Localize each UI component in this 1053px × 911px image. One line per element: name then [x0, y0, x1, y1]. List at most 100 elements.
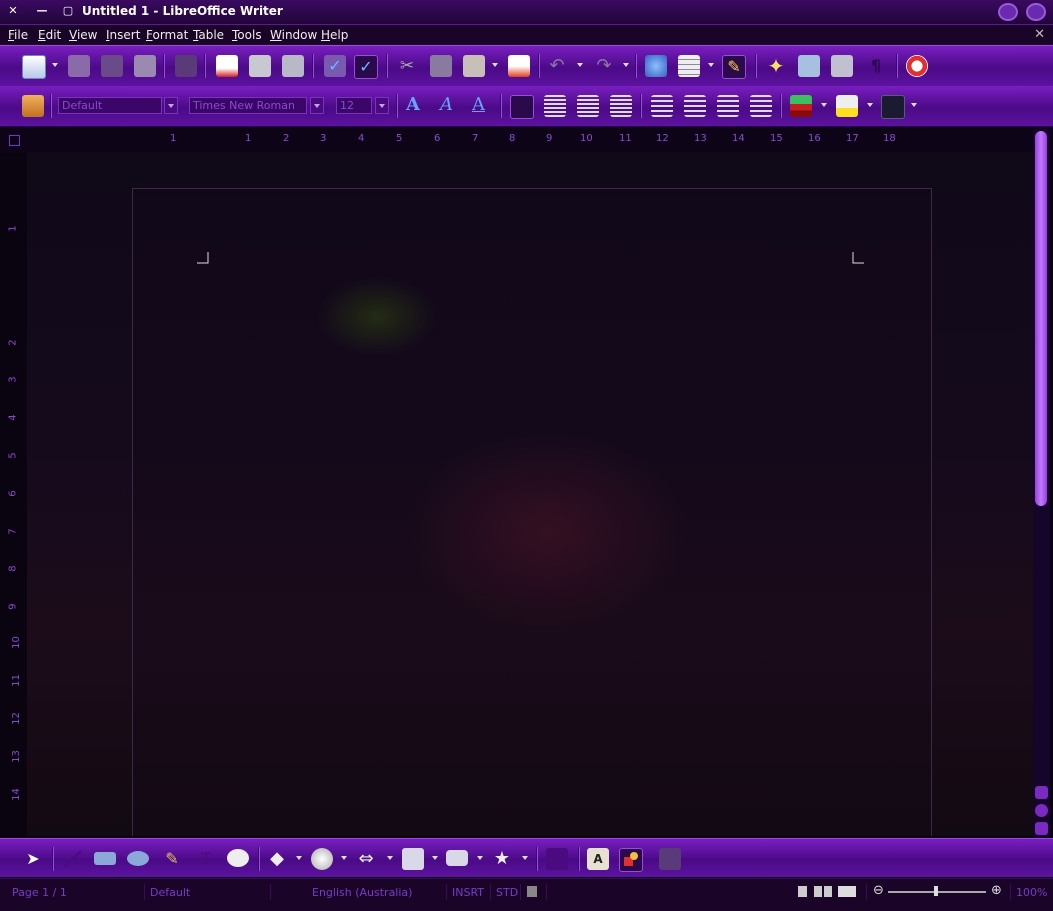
increase-indent-icon[interactable] [750, 95, 772, 117]
font-size-dropdown[interactable] [375, 97, 389, 114]
callout-shapes-dropdown-caret[interactable] [477, 856, 483, 860]
zoom-out-icon[interactable]: ⊖ [873, 883, 884, 898]
highlighting-icon[interactable] [836, 95, 858, 117]
numbering-icon[interactable] [651, 95, 673, 117]
new-document-icon[interactable] [22, 55, 46, 79]
bold-button[interactable]: A [406, 94, 420, 115]
flowcharts-icon[interactable] [402, 848, 424, 870]
menu-file[interactable]: File [8, 28, 28, 42]
menu-help[interactable]: Help [321, 28, 348, 42]
underline-button[interactable]: A [472, 94, 485, 115]
copy-icon[interactable] [430, 55, 452, 77]
select-arrow-icon[interactable]: ➤ [22, 848, 44, 870]
edit-file-icon[interactable] [175, 55, 197, 77]
data-sources-icon[interactable] [831, 55, 853, 77]
spellcheck-icon[interactable]: ✓ [324, 55, 346, 77]
paragraph-style-combo[interactable]: Default [58, 97, 162, 114]
styles-formatting-icon[interactable] [22, 95, 44, 117]
tab-stop-selector[interactable] [9, 135, 20, 146]
paste-dropdown-caret[interactable] [492, 63, 498, 67]
line-icon[interactable] [62, 848, 84, 870]
font-name-combo[interactable]: Times New Roman [189, 97, 307, 114]
decrease-indent-icon[interactable] [717, 95, 739, 117]
fontwork-gallery-icon[interactable]: A [587, 848, 609, 870]
new-dropdown-caret[interactable] [52, 63, 58, 67]
menu-format[interactable]: Format [146, 28, 188, 42]
help-lifebuoy-icon[interactable] [906, 55, 928, 77]
italic-button[interactable]: A [440, 94, 453, 115]
redo-dropdown-caret[interactable] [623, 63, 629, 67]
print-icon[interactable] [249, 55, 271, 77]
paragraph-background-icon[interactable] [881, 95, 905, 119]
show-draw-functions-icon[interactable]: ✎ [722, 55, 746, 79]
symbol-shapes-icon[interactable] [311, 848, 333, 870]
align-center-icon[interactable] [544, 95, 566, 117]
save-icon[interactable] [101, 55, 123, 77]
zoom-level[interactable]: 100% [1016, 886, 1047, 899]
document-canvas[interactable] [27, 152, 1033, 836]
basic-shapes-icon[interactable]: ◆ [266, 848, 288, 870]
font-color-icon[interactable] [790, 95, 812, 117]
horizontal-ruler[interactable]: 1 1 2 3 4 5 6 7 8 9 10 11 12 13 14 15 16… [140, 132, 920, 148]
font-color-dropdown-caret[interactable] [821, 103, 827, 107]
extrusion-disabled-icon[interactable] [659, 848, 681, 870]
table-dropdown-caret[interactable] [708, 63, 714, 67]
window-maximize-button[interactable]: ▢ [60, 4, 76, 18]
multi-page-view-icon[interactable] [814, 886, 832, 897]
book-view-icon[interactable] [838, 886, 856, 897]
menu-tools[interactable]: Tools [232, 28, 262, 42]
paste-icon[interactable] [463, 55, 485, 77]
window-minimize-button[interactable]: — [34, 4, 50, 18]
navigation-button[interactable] [1035, 804, 1048, 817]
page-style-indicator[interactable]: Default [150, 886, 190, 899]
stars-icon[interactable]: ★ [491, 848, 513, 870]
single-page-view-icon[interactable] [798, 886, 807, 897]
print-preview-icon[interactable] [282, 55, 304, 77]
points-icon[interactable] [546, 848, 568, 870]
font-name-dropdown[interactable] [310, 97, 324, 114]
freeform-line-icon[interactable]: ✎ [161, 848, 183, 870]
paragraph-style-dropdown[interactable] [164, 97, 178, 114]
zoom-in-icon[interactable]: ⊕ [991, 883, 1002, 898]
zoom-slider-knob[interactable] [934, 886, 938, 896]
scrollbar-thumb[interactable] [1035, 131, 1047, 506]
stars-dropdown-caret[interactable] [522, 856, 528, 860]
bullets-icon[interactable] [684, 95, 706, 117]
paragraph-background-dropdown-caret[interactable] [911, 103, 917, 107]
language-indicator[interactable]: English (Australia) [312, 886, 412, 899]
redo-icon[interactable]: ↷ [593, 55, 615, 77]
cut-icon[interactable]: ✂ [396, 55, 418, 77]
hyperlink-icon[interactable] [645, 55, 667, 77]
menu-window[interactable]: Window [270, 28, 317, 42]
selection-mode-indicator[interactable]: STD [496, 886, 518, 899]
email-icon[interactable] [134, 55, 156, 77]
block-arrows-icon[interactable]: ⇔ [355, 848, 377, 870]
highlighting-dropdown-caret[interactable] [867, 103, 873, 107]
export-pdf-icon[interactable] [216, 55, 238, 77]
symbol-shapes-dropdown-caret[interactable] [341, 856, 347, 860]
text-icon[interactable]: T [195, 848, 217, 870]
undo-dropdown-caret[interactable] [577, 63, 583, 67]
callout-shapes-icon[interactable] [446, 850, 468, 866]
insert-mode-indicator[interactable]: INSRT [452, 886, 484, 899]
basic-shapes-dropdown-caret[interactable] [296, 856, 302, 860]
undo-icon[interactable]: ↶ [546, 55, 568, 77]
vertical-ruler[interactable]: 1 2 3 4 5 6 7 8 9 10 11 12 13 14 [8, 153, 22, 835]
document-page[interactable] [132, 188, 932, 836]
rectangle-icon[interactable] [94, 852, 116, 865]
block-arrows-dropdown-caret[interactable] [387, 856, 393, 860]
navigator-icon[interactable]: ✦ [765, 55, 787, 77]
templates-icon[interactable] [68, 55, 90, 77]
align-right-icon[interactable] [577, 95, 599, 117]
font-size-combo[interactable]: 12 [336, 97, 372, 114]
gallery-icon[interactable] [798, 55, 820, 77]
window-close-button[interactable]: ✕ [5, 4, 21, 18]
justify-icon[interactable] [610, 95, 632, 117]
align-left-icon[interactable] [510, 95, 534, 119]
extrusion-toggle-icon[interactable] [619, 848, 643, 872]
next-page-button[interactable] [1035, 822, 1048, 835]
formatting-marks-icon[interactable]: ¶ [865, 55, 887, 77]
vertical-scrollbar[interactable] [1033, 129, 1050, 837]
menu-insert[interactable]: Insert [106, 28, 140, 42]
autospellcheck-icon[interactable]: ✓ [354, 55, 378, 79]
